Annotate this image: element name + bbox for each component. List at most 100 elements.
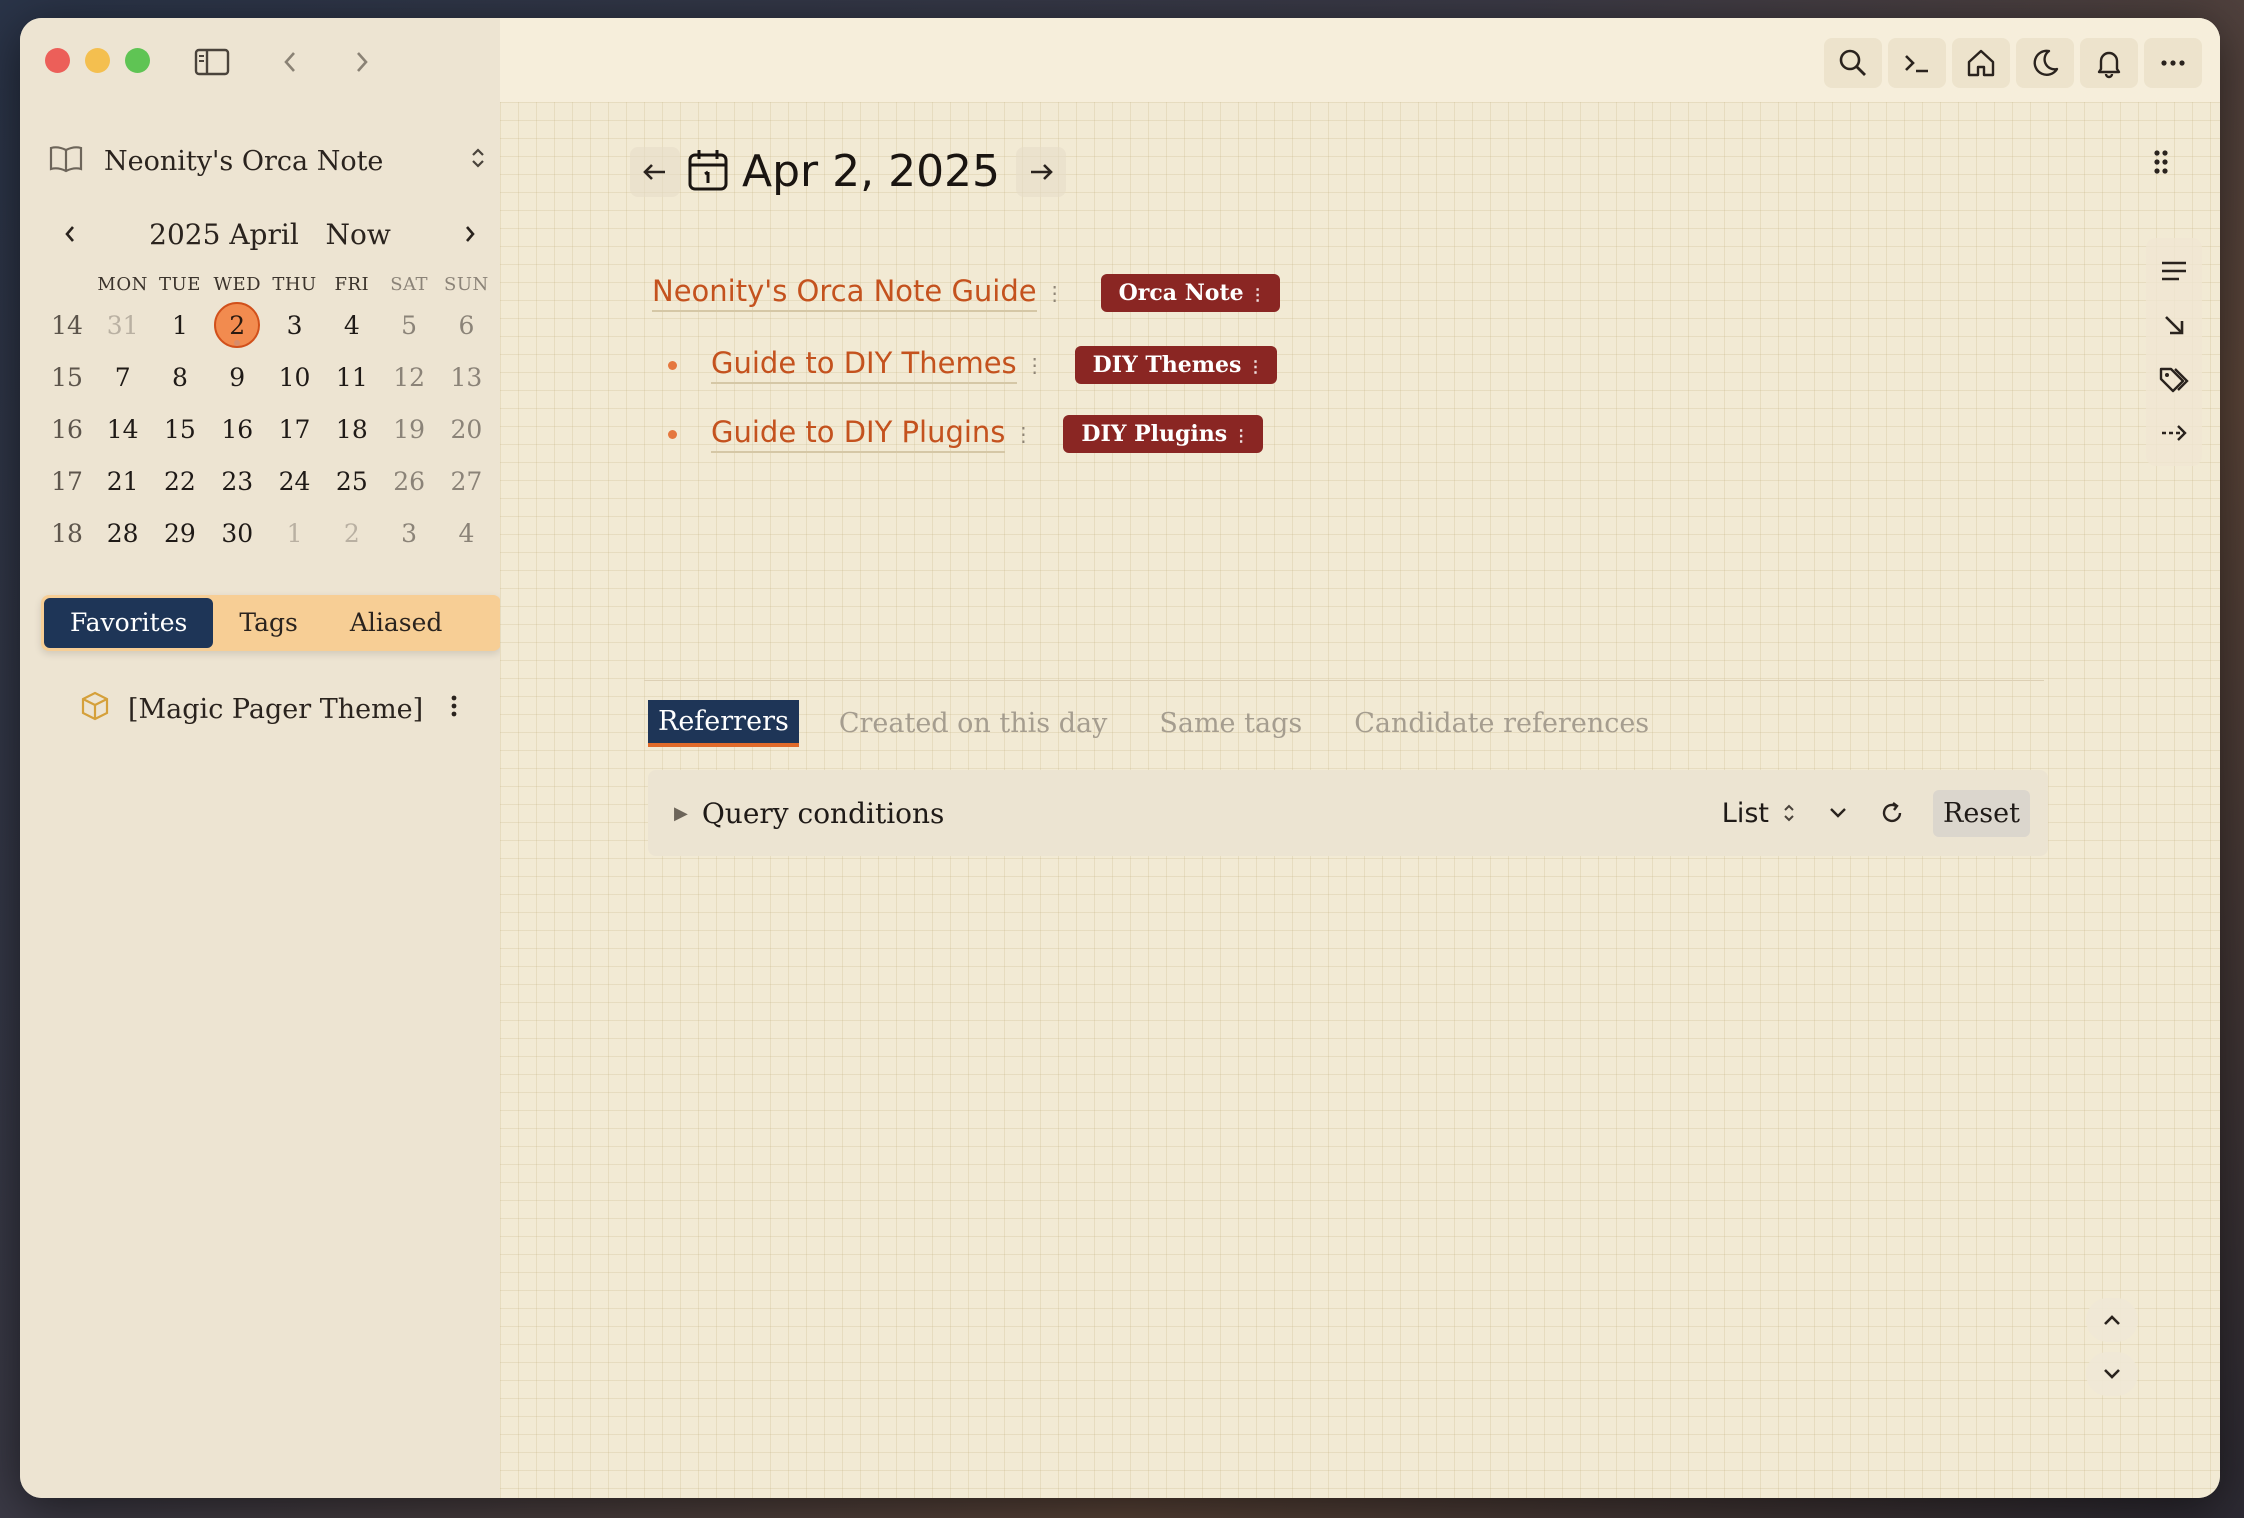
calendar-day[interactable]: 15 — [151, 404, 208, 456]
calendar-day-number: 21 — [106, 467, 139, 496]
calendar-day[interactable]: 13 — [438, 352, 495, 404]
week-number[interactable]: 18 — [40, 508, 94, 560]
block-menu-icon[interactable]: ⋮ — [1045, 281, 1065, 305]
tab-referrers[interactable]: Referrers — [648, 700, 799, 747]
more-vertical-icon[interactable] — [449, 693, 459, 726]
dashed-arrow-right-icon[interactable] — [2146, 408, 2202, 458]
tab-aliased[interactable]: Aliased — [324, 598, 469, 648]
week-number[interactable]: 14 — [40, 300, 94, 352]
calendar-day[interactable]: 16 — [209, 404, 266, 456]
calendar-day[interactable]: 3 — [380, 508, 437, 560]
outline-icon[interactable] — [2146, 246, 2202, 296]
favorite-item-label: [Magic Pager Theme] — [128, 694, 424, 725]
calendar-day[interactable]: 23 — [209, 456, 266, 508]
calendar-day[interactable]: 4 — [438, 508, 495, 560]
calendar-day[interactable]: 31 — [94, 300, 151, 352]
home-icon[interactable] — [1952, 38, 2010, 88]
more-horizontal-icon[interactable] — [2144, 38, 2202, 88]
calendar-day[interactable]: 21 — [94, 456, 151, 508]
back-icon[interactable] — [270, 44, 310, 80]
week-number[interactable]: 17 — [40, 456, 94, 508]
calendar-day[interactable]: 20 — [438, 404, 495, 456]
now-button[interactable]: Now — [325, 218, 390, 251]
close-window-button[interactable] — [45, 48, 70, 73]
calendar-day[interactable]: 7 — [94, 352, 151, 404]
block-menu-icon[interactable]: ⋮ — [1025, 353, 1045, 377]
calendar-day[interactable]: 1 — [266, 508, 323, 560]
calendar-day[interactable]: 17 — [266, 404, 323, 456]
zoom-window-button[interactable] — [125, 48, 150, 73]
calendar-day[interactable]: 29 — [151, 508, 208, 560]
calendar-day-number: 26 — [393, 467, 426, 496]
calendar-day[interactable]: 6 — [438, 300, 495, 352]
calendar-day[interactable]: 2 — [323, 508, 380, 560]
calendar-day[interactable]: 27 — [438, 456, 495, 508]
next-day-icon[interactable] — [1016, 146, 1067, 197]
refresh-icon[interactable] — [1879, 800, 1905, 826]
calendar-day[interactable]: 3 — [266, 300, 323, 352]
calendar-day-today[interactable]: 2 — [209, 300, 266, 352]
tab-candidate-references[interactable]: Candidate references — [1354, 708, 1649, 739]
expand-caret-icon[interactable]: ▶ — [674, 803, 688, 824]
tab-same-tags[interactable]: Same tags — [1159, 708, 1302, 739]
calendar-day[interactable]: 24 — [266, 456, 323, 508]
drag-grip-icon[interactable] — [2152, 148, 2170, 180]
calendar-day[interactable]: 12 — [380, 352, 437, 404]
search-icon[interactable] — [1824, 38, 1882, 88]
query-conditions-toggle[interactable]: Query conditions — [702, 797, 1722, 830]
forward-icon[interactable] — [342, 44, 382, 80]
week-number[interactable]: 16 — [40, 404, 94, 456]
block-menu-icon[interactable]: ⋮ — [1013, 422, 1033, 446]
block-ref-link[interactable]: Neonity's Orca Note Guide — [652, 274, 1037, 312]
scroll-down-icon[interactable] — [2086, 1352, 2138, 1396]
calendar-day[interactable]: 9 — [209, 352, 266, 404]
block-tag[interactable]: DIY Themes ⋮ — [1074, 346, 1278, 384]
tag-menu-icon[interactable]: ⋮ — [1233, 426, 1249, 445]
command-palette-icon[interactable] — [1888, 38, 1946, 88]
week-number[interactable]: 15 — [40, 352, 94, 404]
calendar-day[interactable]: 14 — [94, 404, 151, 456]
tab-tags[interactable]: Tags — [213, 598, 323, 648]
calendar-day[interactable]: 18 — [323, 404, 380, 456]
references-tabs: Referrers Created on this day Same tags … — [648, 700, 1701, 747]
prev-month-icon[interactable] — [50, 214, 90, 254]
calendar-day[interactable]: 19 — [380, 404, 437, 456]
window-controls — [45, 48, 150, 73]
prev-day-icon[interactable] — [630, 146, 680, 197]
bell-icon[interactable] — [2080, 38, 2138, 88]
bullet-icon[interactable] — [668, 360, 677, 370]
tag-menu-icon[interactable]: ⋮ — [1250, 285, 1266, 304]
calendar-day[interactable]: 10 — [266, 352, 323, 404]
tab-favorites[interactable]: Favorites — [44, 598, 214, 648]
chevron-down-icon[interactable] — [1827, 802, 1849, 824]
reset-button[interactable]: Reset — [1933, 789, 2030, 837]
calendar-day[interactable]: 1 — [151, 300, 208, 352]
sidebar-toggle-icon[interactable] — [192, 44, 232, 80]
bullet-icon[interactable] — [668, 429, 677, 439]
block-ref-link[interactable]: Guide to DIY Plugins — [711, 415, 1006, 453]
calendar-day[interactable]: 4 — [323, 300, 380, 352]
scroll-up-icon[interactable] — [2086, 1298, 2138, 1342]
next-month-icon[interactable] — [450, 214, 490, 254]
view-mode-select[interactable]: List — [1722, 798, 1797, 829]
block-tag[interactable]: Orca Note ⋮ — [1100, 274, 1280, 312]
workspace-switcher[interactable]: Neonity's Orca Note — [48, 136, 488, 186]
calendar-day[interactable]: 8 — [151, 352, 208, 404]
moon-icon[interactable] — [2016, 38, 2074, 88]
minimize-window-button[interactable] — [85, 48, 110, 73]
block-tag[interactable]: DIY Plugins ⋮ — [1063, 415, 1264, 453]
favorite-item[interactable]: [Magic Pager Theme] — [80, 690, 459, 729]
calendar-day[interactable]: 25 — [323, 456, 380, 508]
cube-icon — [80, 690, 110, 729]
calendar-day[interactable]: 22 — [151, 456, 208, 508]
tag-menu-icon[interactable]: ⋮ — [1247, 357, 1263, 376]
backlinks-icon[interactable] — [2146, 300, 2202, 350]
block-ref-link[interactable]: Guide to DIY Themes — [711, 346, 1017, 384]
calendar-day[interactable]: 30 — [209, 508, 266, 560]
calendar-day[interactable]: 26 — [380, 456, 437, 508]
calendar-day[interactable]: 28 — [94, 508, 151, 560]
tab-created-on-this-day[interactable]: Created on this day — [839, 708, 1108, 739]
calendar-day[interactable]: 11 — [323, 352, 380, 404]
tags-icon[interactable] — [2146, 354, 2202, 404]
calendar-day[interactable]: 5 — [380, 300, 437, 352]
